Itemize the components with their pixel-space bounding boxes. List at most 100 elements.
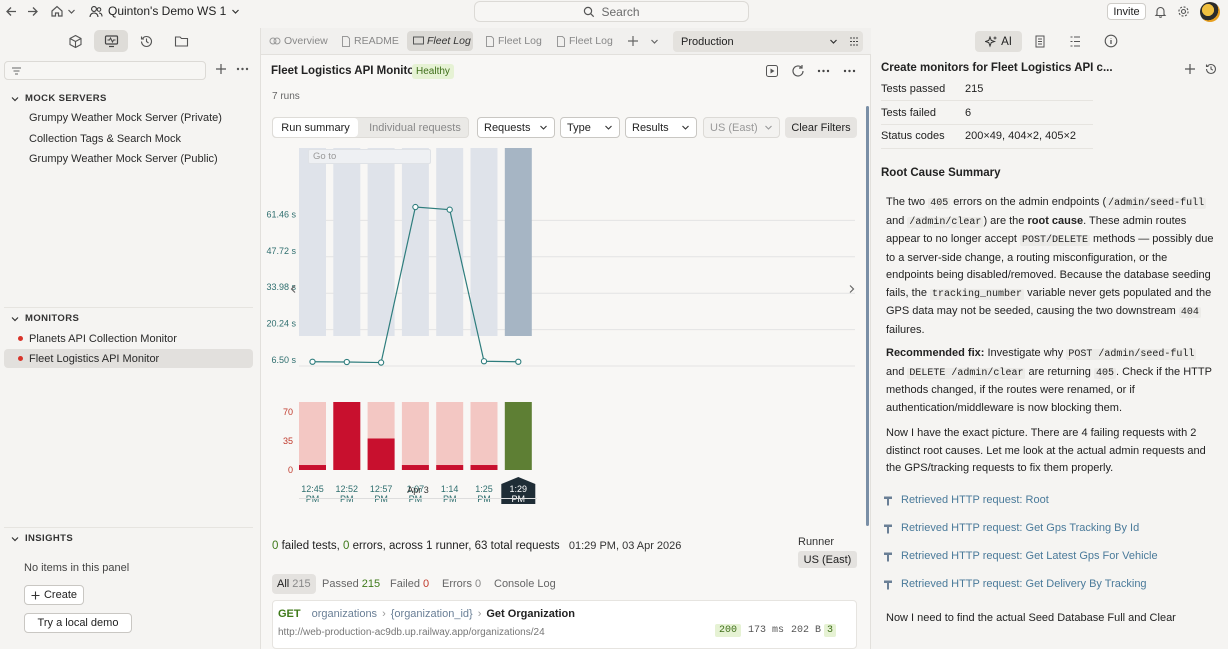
sidebar-item-mock-server[interactable]: Collection Tags & Search Mock	[29, 133, 181, 145]
plus-icon	[31, 591, 40, 600]
gear-icon[interactable]	[1177, 5, 1190, 18]
sidebar-item-monitor[interactable]: Planets API Collection Monitor	[4, 329, 253, 348]
x-tick-label: PM	[306, 494, 320, 504]
chevron-down-icon[interactable]	[67, 7, 76, 16]
x-axis-date-label: Apr 3	[407, 485, 429, 495]
requests-filter[interactable]: Requests	[477, 117, 555, 138]
sidebar-item-mock-server[interactable]: Grumpy Weather Mock Server (Private)	[29, 112, 222, 124]
retrieved-item[interactable]: Retrieved HTTP request: Get Latest Gps F…	[883, 550, 1158, 562]
divider	[881, 124, 1093, 125]
tab-fleet-log[interactable]: Fleet Log	[556, 35, 613, 47]
sidebar-item-label: Fleet Logistics API Monitor	[29, 352, 160, 365]
environment-settings-icon[interactable]	[849, 36, 860, 47]
forward-icon[interactable]	[26, 5, 39, 18]
request-url: http://web-production-ac9db.up.railway.a…	[278, 627, 545, 638]
kv-value: 6	[965, 107, 972, 119]
x-tick-label: PM	[477, 494, 491, 504]
try-demo-button[interactable]: Try a local demo	[24, 613, 132, 633]
clear-filters-button[interactable]: Clear Filters	[785, 117, 857, 138]
chevron-down-icon	[11, 95, 19, 103]
region-filter[interactable]: US (East)	[703, 117, 780, 138]
failed-bar	[401, 465, 429, 470]
page-title: Fleet Logistics API Monitor	[271, 65, 419, 77]
history-icon[interactable]	[1204, 62, 1218, 76]
tab-overview[interactable]: Overview	[269, 35, 328, 47]
list-icon[interactable]	[1069, 35, 1081, 48]
workspace-switcher[interactable]: Quinton's Demo WS 1	[89, 4, 240, 18]
document-icon[interactable]	[1034, 35, 1046, 48]
status-dot	[18, 356, 23, 361]
home-icon[interactable]	[50, 4, 64, 18]
tab-all[interactable]: All 215	[272, 574, 316, 594]
data-point	[480, 358, 488, 365]
filter-input[interactable]	[4, 61, 206, 80]
tab-fleet-log-active[interactable]: Fleet Log	[407, 31, 473, 51]
back-icon[interactable]	[5, 5, 18, 18]
info-icon[interactable]	[1104, 34, 1118, 48]
tab-fleet-log[interactable]: Fleet Log	[485, 35, 542, 47]
document-icon	[556, 35, 566, 47]
status-badge: Healthy	[412, 64, 454, 79]
paragraph: The two 405 errors on the admin endpoint…	[886, 196, 1214, 336]
plus-icon[interactable]	[1184, 63, 1196, 75]
top-bar: Quinton's Demo WS 1 Search Invite	[0, 0, 1228, 24]
data-point	[309, 358, 316, 365]
sidebar: MOCK SERVERS Grumpy Weather Mock Server …	[0, 28, 261, 649]
request-row[interactable]: GET organizations › {organization_id} › …	[272, 600, 857, 649]
monitor-icon	[413, 36, 424, 46]
create-button[interactable]: Create	[24, 585, 84, 605]
chevron-down-icon[interactable]	[650, 37, 659, 46]
chevron-left-icon[interactable]	[290, 284, 297, 294]
goto-input[interactable]: Go to	[308, 149, 431, 164]
sidebar-item-monitor-selected[interactable]: Fleet Logistics API Monitor	[4, 349, 253, 368]
chevron-down-icon	[829, 37, 838, 46]
sparkle-icon	[985, 35, 997, 48]
tab-ai[interactable]: AI	[975, 31, 1022, 52]
overview-icon	[269, 36, 281, 46]
team-icon	[89, 5, 103, 18]
chevron-right-icon: ›	[477, 608, 482, 620]
environment-select[interactable]: Production	[673, 31, 863, 52]
scrollbar[interactable]	[866, 106, 869, 526]
bell-icon[interactable]	[1154, 5, 1167, 18]
sidebar-item-mock-server[interactable]: Grumpy Weather Mock Server (Public)	[29, 153, 218, 165]
play-icon[interactable]	[765, 64, 779, 78]
more-icon[interactable]	[236, 67, 249, 71]
tab-readme[interactable]: README	[341, 35, 399, 47]
retrieved-item[interactable]: Retrieved HTTP request: Root	[883, 494, 1049, 506]
y-tick-label: 61.46 s	[266, 209, 296, 219]
folder-icon[interactable]	[174, 34, 189, 48]
run-timestamp: 01:29 PM, 03 Apr 2026	[568, 540, 682, 552]
invite-button[interactable]: Invite	[1107, 3, 1146, 20]
mock-servers-header[interactable]: MOCK SERVERS	[11, 93, 107, 104]
more-icon[interactable]	[843, 69, 856, 73]
more-icon[interactable]	[817, 69, 830, 73]
tab-console-log[interactable]: Console Log	[494, 574, 556, 594]
insights-header[interactable]: INSIGHTS	[11, 533, 73, 544]
type-filter[interactable]: Type	[560, 117, 620, 138]
x-axis-line	[299, 498, 537, 499]
tab-passed[interactable]: Passed 215	[322, 574, 380, 594]
monitors-header[interactable]: MONITORS	[11, 313, 79, 324]
empty-state-text: No items in this panel	[24, 562, 130, 574]
retrieved-item[interactable]: Retrieved HTTP request: Get Delivery By …	[883, 578, 1147, 590]
avatar[interactable]	[1200, 2, 1220, 22]
divider	[4, 527, 253, 528]
results-filter[interactable]: Results	[625, 117, 697, 138]
tab-errors[interactable]: Errors 0	[442, 574, 481, 594]
plus-icon[interactable]	[215, 63, 227, 75]
monitor-icon[interactable]	[94, 30, 128, 52]
retrieved-item[interactable]: Retrieved HTTP request: Get Gps Tracking…	[883, 522, 1139, 534]
run-column	[401, 148, 429, 336]
tab-failed[interactable]: Failed 0	[390, 574, 429, 594]
kv-label: Tests failed	[881, 107, 937, 119]
chevron-right-icon[interactable]	[848, 284, 855, 294]
tab-individual-requests[interactable]: Individual requests	[361, 118, 469, 137]
history-icon[interactable]	[139, 34, 154, 49]
new-tab-icon[interactable]	[627, 35, 639, 47]
refresh-icon[interactable]	[791, 64, 805, 78]
cube-icon[interactable]	[68, 34, 83, 49]
tab-run-summary[interactable]: Run summary	[273, 118, 358, 137]
search-bar[interactable]: Search	[474, 1, 749, 22]
x-tick-label: PM	[340, 494, 354, 504]
